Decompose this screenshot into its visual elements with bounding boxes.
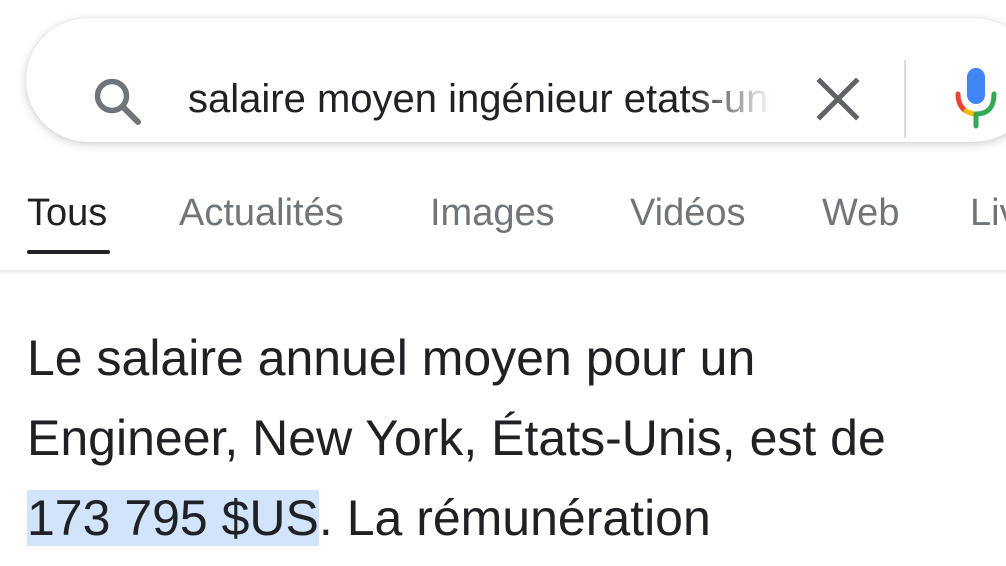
search-icon[interactable] bbox=[90, 74, 146, 130]
tabs-divider bbox=[0, 270, 1006, 272]
search-results-page: Tous Actualités Images Vidéos Web Livres… bbox=[0, 0, 1006, 566]
close-icon[interactable] bbox=[810, 71, 866, 127]
tab-web[interactable]: Web bbox=[822, 192, 899, 235]
tab-all[interactable]: Tous bbox=[27, 192, 107, 235]
snippet-line-1: Le salaire annuel moyen pour un bbox=[27, 330, 756, 386]
search-input[interactable] bbox=[188, 70, 773, 128]
search-divider bbox=[904, 60, 906, 138]
featured-snippet: Le salaire annuel moyen pour un Engineer… bbox=[27, 318, 1006, 558]
tab-news[interactable]: Actualités bbox=[179, 192, 344, 235]
microphone-icon[interactable] bbox=[948, 64, 1004, 130]
search-tabs: Tous Actualités Images Vidéos Web Livres bbox=[0, 180, 1006, 272]
tab-images[interactable]: Images bbox=[430, 192, 555, 235]
search-bar[interactable] bbox=[26, 18, 1006, 142]
snippet-line-3-rest: . La rémunération bbox=[318, 490, 711, 546]
snippet-line-3: 173 795 $US. La rémunération bbox=[27, 478, 1006, 558]
highlighted-salary: 173 795 $US bbox=[27, 490, 319, 546]
snippet-line-2: Engineer, New York, États-Unis, est de bbox=[27, 410, 886, 466]
tab-videos[interactable]: Vidéos bbox=[630, 192, 746, 235]
active-tab-indicator bbox=[27, 250, 110, 254]
tab-books[interactable]: Livres bbox=[970, 192, 1006, 235]
